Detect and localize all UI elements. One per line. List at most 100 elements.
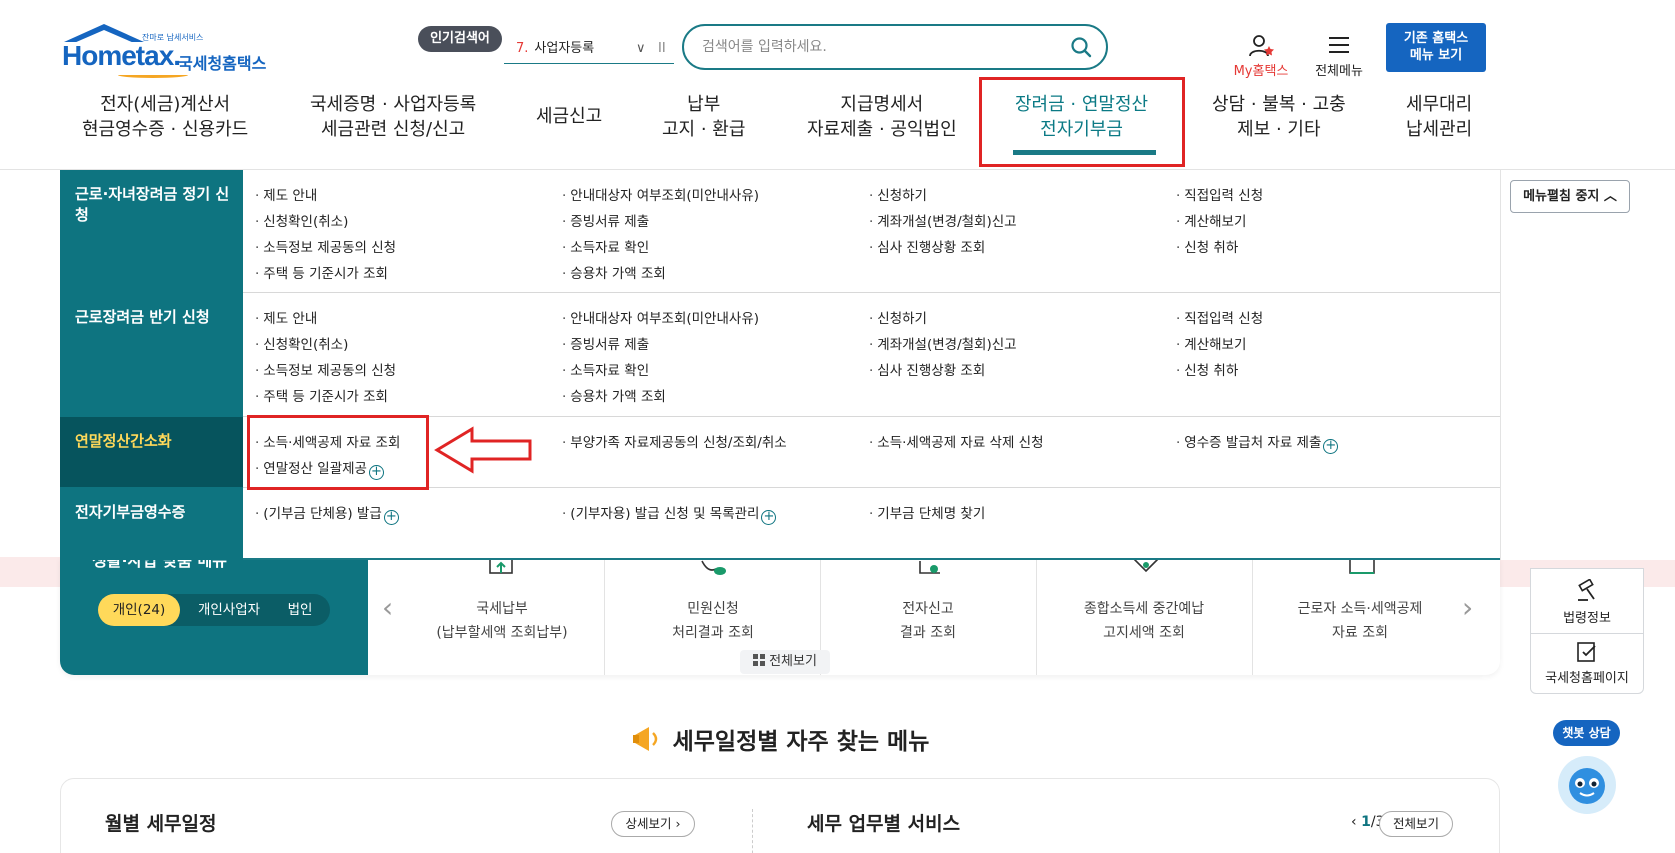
quick-item-e-report[interactable]: 전자신고 결과 조회 — [828, 597, 1028, 645]
menu-link[interactable]: 계좌개설(변경/철회)신고 — [869, 210, 1016, 230]
menu-row-label[interactable]: 전자기부금영수증 — [60, 488, 243, 560]
menu-link[interactable]: 소득자료 확인 — [562, 359, 649, 379]
quick-item-interim-prepayment[interactable]: 종합소득세 중간예납 고지세액 조회 — [1044, 597, 1244, 645]
panel-right-column — [1500, 170, 1675, 560]
chevron-down-icon[interactable]: ∨ — [636, 38, 646, 60]
menu-link[interactable]: 증빙서류 제출 — [562, 210, 649, 230]
section-title: 세무일정별 자주 찾는 메뉴 — [0, 722, 1560, 756]
menu-link[interactable]: 계좌개설(변경/철회)신고 — [869, 333, 1016, 353]
menu-link[interactable]: (기부자용) 발급 신청 및 목록관리+ — [562, 502, 777, 525]
chevron-left-icon[interactable]: ‹ — [382, 591, 393, 624]
menu-link[interactable]: 신청 취하 — [1176, 359, 1238, 379]
menu-link[interactable]: 부양가족 자료제공동의 신청/조회/취소 — [562, 431, 786, 451]
detail-view-button[interactable]: 상세보기 › — [611, 811, 695, 837]
popular-keyword[interactable]: 사업자등록 — [534, 41, 594, 56]
menu-link[interactable]: 신청하기 — [869, 307, 927, 327]
menu-link[interactable]: 소득·세액공제 자료 삭제 신청 — [869, 431, 1043, 451]
menu-row: 근로장려금 반기 신청 제도 안내 신청확인(취소) 소득정보 제공동의 신청 … — [60, 293, 1500, 416]
plus-circle-icon[interactable]: + — [383, 510, 399, 525]
menu-link[interactable]: 제도 안내 — [255, 307, 317, 327]
quick-all-view-button[interactable]: 전체보기 — [740, 650, 830, 674]
menu-link[interactable]: 직접입력 신청 — [1176, 307, 1263, 327]
chatbot-mascot-icon[interactable] — [1558, 756, 1616, 814]
gnb-item-certificate[interactable]: 국세증명 · 사업자등록 세금관련 신청/신고 — [310, 92, 476, 142]
hamburger-icon — [1329, 37, 1349, 53]
menu-link[interactable]: 안내대상자 여부조회(미안내사유) — [562, 307, 759, 327]
search-icon[interactable] — [1070, 36, 1092, 58]
menu-link[interactable]: 신청하기 — [869, 184, 927, 204]
quick-item-worker-deduction[interactable]: 근로자 소득·세액공제 자료 조회 — [1260, 597, 1460, 645]
menu-link[interactable]: 심사 진행상황 조회 — [869, 236, 985, 256]
menu-link[interactable]: 증빙서류 제출 — [562, 333, 649, 353]
service-all-view-button[interactable]: 전체보기 — [1379, 811, 1453, 837]
menu-link[interactable]: 주택 등 기준시가 조회 — [255, 262, 388, 282]
plus-circle-icon[interactable]: + — [761, 510, 777, 525]
all-menu-label: 전체메뉴 — [1315, 64, 1363, 79]
menu-row-label-active[interactable]: 연말정산간소화 — [60, 417, 243, 487]
pager-prev-icon[interactable]: ‹ — [1351, 814, 1357, 830]
annotation-highlight-nav — [979, 77, 1185, 167]
monthly-schedule-title: 월별 세무일정 — [105, 813, 217, 835]
menu-link[interactable]: 소득자료 확인 — [562, 236, 649, 256]
menu-link[interactable]: 소득정보 제공동의 신청 — [255, 236, 396, 256]
menu-link[interactable]: (기부금 단체용) 발급+ — [255, 502, 399, 525]
quick-item-tax-payment[interactable]: 국세납부 (납부할세액 조회납부) — [402, 597, 602, 645]
gnb-item-payment[interactable]: 납부 고지 · 환급 — [662, 92, 745, 142]
quick-item-civil-petition[interactable]: 민원신청 처리결과 조회 — [613, 597, 813, 645]
menu-expand-stop-button[interactable]: 메뉴펼침 중지 ︿ — [1510, 180, 1630, 213]
main-navigation: 전자(세금)계산서 현금영수증 · 신용카드 국세증명 · 사업자등록 세금관련 신… — [60, 92, 1510, 152]
logo-wordmark: Hometax. — [62, 40, 181, 71]
popular-search-item[interactable]: 7. 사업자등록 ∨ II — [504, 38, 674, 64]
menu-link[interactable]: 계산해보기 — [1176, 333, 1246, 353]
law-info-link[interactable]: 법령정보 — [1531, 579, 1643, 626]
tab-sole-proprietor[interactable]: 개인사업자 — [186, 594, 272, 626]
menu-link[interactable]: 신청확인(취소) — [255, 333, 348, 353]
annotation-arrow-icon — [434, 426, 532, 474]
menu-link[interactable]: 직접입력 신청 — [1176, 184, 1263, 204]
gnb-item-tax-report[interactable]: 세금신고 — [536, 104, 602, 129]
nts-homepage-link[interactable]: 국세청홈페이지 — [1531, 641, 1643, 686]
menu-row: 근로·자녀장려금 정기 신청 제도 안내 신청확인(취소) 소득정보 제공동의 … — [60, 170, 1500, 292]
chevron-up-icon: ︿ — [1603, 189, 1617, 204]
menu-link[interactable]: 심사 진행상황 조회 — [869, 359, 985, 379]
menu-link[interactable]: 제도 안내 — [255, 184, 317, 204]
tab-corporation[interactable]: 법인 — [274, 594, 326, 626]
gnb-item-tax-agent[interactable]: 세무대리 납세관리 — [1406, 92, 1472, 142]
hometax-logo[interactable]: 잔마로 납세서비스 Hometax. 국세청홈택스 — [60, 24, 280, 80]
tax-payment-icon — [489, 557, 513, 574]
bottom-card: 월별 세무일정 상세보기 › 세무 업무별 서비스 ‹ 1/3 › 전체보기 — [60, 778, 1500, 853]
chatbot-badge[interactable]: 챗봇 상담 — [1553, 720, 1620, 746]
gnb-item-tax-invoice[interactable]: 전자(세금)계산서 현금영수증 · 신용카드 — [82, 92, 248, 142]
menu-link[interactable]: 신청 취하 — [1176, 236, 1238, 256]
civil-petition-icon — [701, 560, 726, 575]
menu-link[interactable]: 소득정보 제공동의 신청 — [255, 359, 396, 379]
logo-subtitle: 국세청홈택스 — [178, 54, 267, 73]
document-edit-icon — [1577, 642, 1596, 662]
menu-row-label[interactable]: 근로장려금 반기 신청 — [60, 293, 243, 416]
menu-link[interactable]: 승용차 가액 조회 — [562, 385, 666, 405]
menu-link[interactable]: 기부금 단체명 찾기 — [869, 502, 985, 522]
menu-link[interactable]: 계산해보기 — [1176, 210, 1246, 230]
plus-circle-icon[interactable]: + — [1323, 439, 1339, 454]
menu-link[interactable]: 안내대상자 여부조회(미안내사유) — [562, 184, 759, 204]
menu-row-label[interactable]: 근로·자녀장려금 정기 신청 — [60, 170, 243, 292]
gnb-item-consult[interactable]: 상담 · 불복 · 고충 제보 · 기타 — [1212, 92, 1346, 142]
user-star-icon — [1249, 35, 1274, 57]
my-hometax-link[interactable]: My홈택스 — [1226, 34, 1296, 79]
service-by-task-title: 세무 업무별 서비스 — [807, 813, 961, 835]
old-menu-button[interactable]: 기존 홈택스 메뉴 보기 — [1386, 23, 1486, 72]
my-hometax-label: My홈택스 — [1233, 64, 1289, 79]
tab-individual[interactable]: 개인(24) — [98, 594, 180, 626]
all-menu-button[interactable]: 전체메뉴 — [1306, 34, 1372, 79]
gnb-item-payment-statement[interactable]: 지급명세서 자료제출 · 공익법인 — [807, 92, 957, 142]
search-input[interactable] — [702, 35, 1062, 59]
chevron-right-icon[interactable]: › — [1462, 591, 1473, 624]
side-toolbar: 법령정보 국세청홈페이지 — [1530, 568, 1644, 694]
gavel-icon — [1578, 579, 1595, 601]
menu-link[interactable]: 주택 등 기준시가 조회 — [255, 385, 388, 405]
menu-link[interactable]: 신청확인(취소) — [255, 210, 348, 230]
pause-icon[interactable]: II — [658, 38, 666, 60]
grid-icon — [753, 654, 766, 666]
menu-link[interactable]: 영수증 발급처 자료 제출+ — [1176, 431, 1339, 454]
menu-link[interactable]: 승용차 가액 조회 — [562, 262, 666, 282]
